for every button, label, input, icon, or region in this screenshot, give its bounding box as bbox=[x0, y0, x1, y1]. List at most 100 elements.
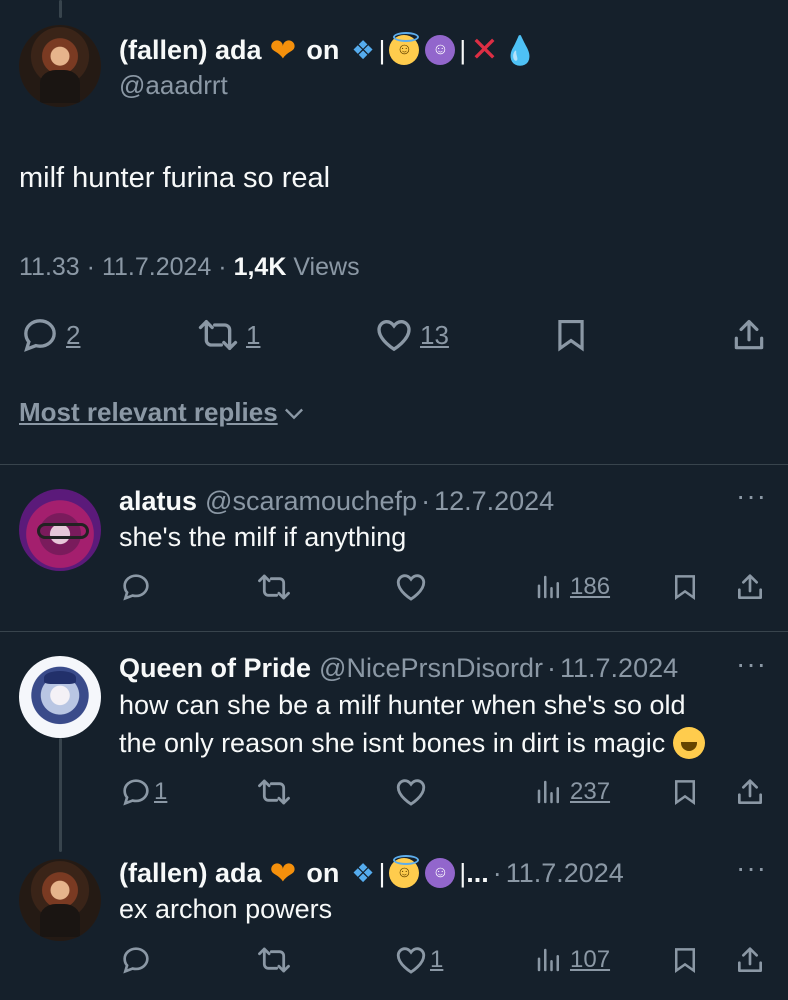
angel-emoji-icon: ☺ bbox=[389, 855, 420, 888]
reply-3-bookmark-button[interactable] bbox=[670, 943, 700, 977]
views-icon bbox=[537, 948, 559, 972]
reply-1-reply-button[interactable] bbox=[120, 570, 152, 604]
like-button[interactable]: 13 bbox=[374, 315, 449, 355]
reply-2-text-line-2-wrap: the only reason she isnt bones in dirt i… bbox=[119, 727, 706, 759]
reply-3-author-name[interactable]: (fallen) ada bbox=[119, 858, 262, 889]
reply-1-author-name[interactable]: alatus bbox=[119, 486, 197, 517]
reply-3-date[interactable]: 11.7.2024 bbox=[506, 858, 624, 889]
reply-1-date[interactable]: 12.7.2024 bbox=[434, 486, 554, 517]
repost-icon bbox=[258, 574, 290, 600]
views-icon bbox=[537, 575, 559, 599]
reply-3-reply-button[interactable] bbox=[120, 943, 152, 977]
reply-2-more-icon[interactable]: ··· bbox=[736, 648, 767, 680]
reply-icon bbox=[123, 779, 149, 806]
replies-sort-dropdown[interactable]: Most relevant replies bbox=[19, 397, 308, 428]
main-author-name[interactable]: (fallen) ada bbox=[119, 35, 262, 66]
reply-3-header: (fallen) ada ❤ on ❖ | ☺ ☺ | ... · 11.7.2… bbox=[119, 854, 624, 892]
like-icon bbox=[396, 574, 426, 601]
avatar-main[interactable] bbox=[19, 25, 101, 107]
repost-icon bbox=[258, 947, 290, 973]
main-author-handle[interactable]: @aaadrrt bbox=[119, 70, 228, 101]
main-tweet-time[interactable]: 11.33 bbox=[19, 253, 80, 281]
divider-1 bbox=[0, 464, 788, 465]
main-author-suffix: on bbox=[306, 34, 340, 65]
views-icon bbox=[537, 780, 559, 804]
thread-line-reply bbox=[59, 738, 62, 852]
like-icon bbox=[396, 947, 426, 974]
bookmark-icon bbox=[675, 575, 695, 601]
avatar-reply-3[interactable] bbox=[19, 859, 101, 941]
main-tweet-views-count: 1,4K bbox=[233, 253, 287, 281]
reply-3-views[interactable]: 107 bbox=[534, 943, 610, 977]
meta-separator: · bbox=[86, 253, 95, 281]
like-icon bbox=[377, 319, 411, 352]
reply-2-views[interactable]: 237 bbox=[534, 775, 610, 809]
reply-3-like-button[interactable]: 1 bbox=[394, 943, 443, 977]
repost-icon bbox=[198, 320, 238, 350]
reply-2-text-line-1: how can she be a milf hunter when she's … bbox=[119, 690, 686, 720]
reply-button[interactable]: 2 bbox=[20, 315, 80, 355]
divider-2 bbox=[0, 631, 788, 632]
reply-3-repost-button[interactable] bbox=[256, 943, 292, 977]
reply-1-repost-button[interactable] bbox=[256, 570, 292, 604]
bookmark-icon bbox=[675, 780, 695, 806]
reply-3-more-icon[interactable]: ··· bbox=[736, 852, 767, 884]
bar-divider-2: | bbox=[459, 34, 467, 65]
devil-emoji-icon: ☺ bbox=[425, 858, 456, 888]
share-button[interactable] bbox=[730, 315, 768, 355]
repost-icon bbox=[258, 779, 290, 805]
reply-3-truncation: ... bbox=[466, 857, 489, 888]
main-tweet-meta: 11.33 · 11.7.2024 · 1,4K Views bbox=[19, 253, 360, 282]
reply-1-views[interactable]: 186 bbox=[534, 570, 610, 604]
thread-line-top bbox=[59, 0, 62, 18]
bar-divider: | bbox=[378, 857, 386, 888]
butterfly-icon: ❖ bbox=[351, 34, 375, 65]
bookmark-button[interactable] bbox=[552, 315, 590, 355]
repost-button[interactable]: 1 bbox=[196, 315, 260, 355]
reply-1-like-button[interactable] bbox=[394, 570, 428, 604]
reply-2-date[interactable]: 11.7.2024 bbox=[560, 653, 678, 684]
main-author-line: (fallen) ada ❤ on ❖ | ☺ ☺ | ✕ 💧 bbox=[119, 30, 538, 70]
reply-3-views-count: 107 bbox=[570, 946, 611, 973]
repost-count: 1 bbox=[246, 319, 261, 350]
reply-2-handle[interactable]: @NicePrsnDisordr bbox=[319, 653, 543, 684]
reply-1-header: alatus @scaramouchefp · 12.7.2024 bbox=[119, 484, 554, 518]
like-icon bbox=[396, 779, 426, 806]
reply-3-separator: · bbox=[492, 857, 502, 888]
reply-2-text-line-2: the only reason she isnt bones in dirt i… bbox=[119, 727, 666, 758]
replies-sort-label: Most relevant replies bbox=[19, 397, 278, 427]
droplet-icon: 💧 bbox=[502, 34, 538, 66]
meta-separator-2: · bbox=[218, 253, 227, 281]
main-tweet-text: milf hunter furina so real bbox=[19, 162, 331, 194]
reply-2-author-name[interactable]: Queen of Pride bbox=[119, 653, 311, 684]
reply-icon bbox=[123, 947, 149, 974]
reply-2-share-button[interactable] bbox=[734, 775, 766, 809]
reply-1-bookmark-button[interactable] bbox=[670, 570, 700, 604]
share-icon bbox=[734, 319, 764, 350]
reply-2-header: Queen of Pride @NicePrsnDisordr · 11.7.2… bbox=[119, 651, 678, 685]
avatar-reply-1[interactable] bbox=[19, 489, 101, 571]
share-icon bbox=[738, 574, 762, 599]
reply-1-share-button[interactable] bbox=[734, 570, 766, 604]
main-tweet-date[interactable]: 11.7.2024 bbox=[102, 253, 211, 281]
reply-3-share-button[interactable] bbox=[734, 943, 766, 977]
reply-2-bookmark-button[interactable] bbox=[670, 775, 700, 809]
cross-icon: ✕ bbox=[470, 31, 499, 69]
angel-emoji-icon: ☺ bbox=[389, 32, 420, 65]
reply-2-like-button[interactable] bbox=[394, 775, 428, 809]
avatar-reply-2[interactable] bbox=[19, 656, 101, 738]
share-icon bbox=[738, 947, 762, 972]
reply-2-repost-button[interactable] bbox=[256, 775, 292, 809]
bar-divider: | bbox=[378, 34, 386, 65]
reply-1-more-icon[interactable]: ··· bbox=[736, 480, 767, 512]
bookmark-icon bbox=[558, 319, 584, 352]
reply-1-views-count: 186 bbox=[570, 573, 611, 600]
rofl-emoji-icon bbox=[673, 727, 706, 759]
like-count: 13 bbox=[420, 319, 449, 350]
reply-1-handle[interactable]: @scaramouchefp bbox=[205, 486, 417, 517]
reply-2-reply-button[interactable]: 1 bbox=[120, 775, 167, 809]
reply-2-views-count: 237 bbox=[570, 778, 611, 805]
orange-heart-icon: ❤ bbox=[269, 32, 297, 68]
reply-count: 2 bbox=[66, 319, 81, 350]
reply-icon bbox=[123, 574, 149, 601]
